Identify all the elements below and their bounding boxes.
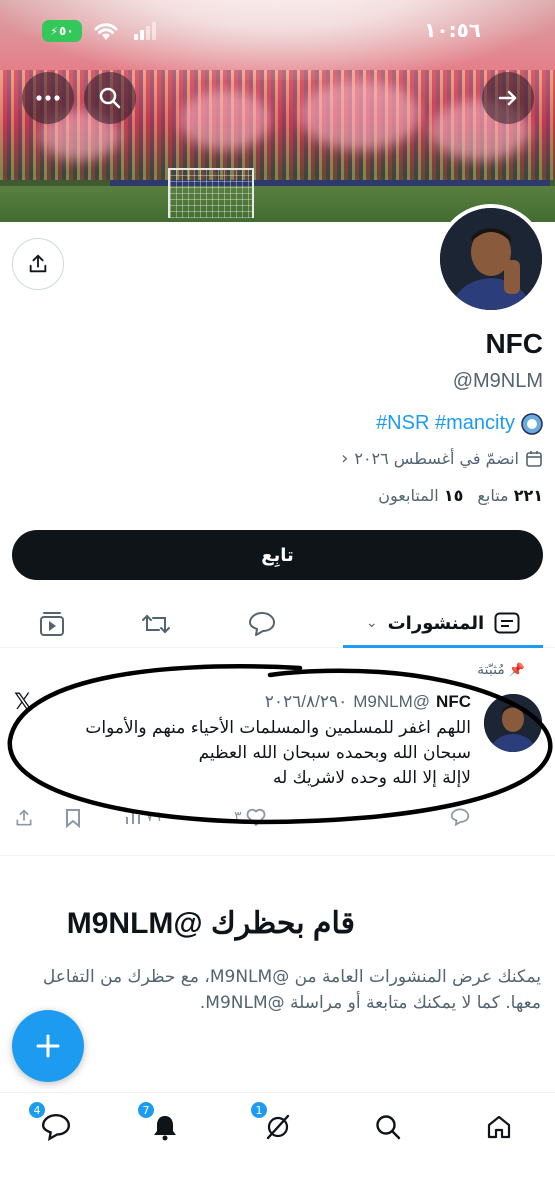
tab-posts-label: المنشورات (387, 612, 485, 634)
share-icon (16, 809, 32, 826)
likes-value: ٣ (234, 809, 242, 825)
back-button[interactable] (482, 72, 534, 124)
messages-icon (41, 1114, 71, 1141)
notifications-badge: 7 (137, 1101, 155, 1119)
reply-icon (249, 612, 275, 636)
pinned-indicator: 📌 مُثبّتة (477, 662, 525, 678)
like-button[interactable]: ٣ (234, 808, 266, 826)
more-options-button[interactable] (22, 72, 74, 124)
reply-icon (450, 808, 470, 826)
nav-notifications[interactable]: 7 (137, 1101, 187, 1147)
wifi-icon (94, 23, 118, 40)
repost-icon (142, 614, 170, 634)
post-header: NFC @M9NLM ٢٠٢٦/٨/٢٩٠ (265, 692, 471, 712)
nav-search[interactable] (366, 1107, 410, 1147)
bell-icon (154, 1116, 176, 1141)
grok-icon (266, 1114, 290, 1140)
plus-icon (36, 1034, 60, 1058)
battery-indicator: ⚡ ٥٠ (42, 20, 82, 42)
tab-media[interactable] (36, 608, 68, 640)
chevron-down-icon: ⌄ (365, 615, 378, 631)
pin-icon: 📌 (508, 662, 525, 678)
tab-reposts[interactable] (140, 608, 172, 640)
blocked-message: يمكنك عرض المنشورات العامة من @M9NLM، مع… (42, 967, 541, 1013)
x-logo-icon: 𝕏 (14, 690, 32, 715)
search-icon (99, 87, 121, 109)
nav-messages[interactable]: 4 (28, 1101, 78, 1147)
views-icon (126, 811, 140, 824)
bookmark-icon (66, 809, 80, 828)
battery-level: ٥٠ (59, 24, 74, 38)
post-text-line: سبحان الله وبحمده سبحان الله العظيم (198, 743, 471, 763)
post-text-line: اللهم اغفر للمسلمين والمسلمات الأحياء من… (85, 718, 471, 738)
profile-handle: @M9NLM (452, 370, 543, 392)
chevron-left-icon[interactable]: ‹ (341, 448, 348, 469)
search-icon (376, 1115, 401, 1140)
search-button[interactable] (84, 72, 136, 124)
post-author-name[interactable]: NFC (436, 692, 471, 712)
blocked-title: قام بحظرك @M9NLM (66, 907, 355, 940)
messages-badge: 4 (28, 1101, 46, 1119)
post-date: ٢٠٢٦/٨/٢٩٠ (264, 692, 348, 711)
more-icon (36, 95, 60, 101)
man-city-badge-icon (521, 412, 543, 435)
active-tab-indicator (343, 645, 543, 648)
profile-tabs: المنشورات ⌄ (0, 598, 555, 648)
following-stat[interactable]: ٢٢١ متابع (477, 486, 543, 505)
reply-post-button[interactable] (450, 808, 470, 826)
post-actions: ٧٦٠ ٣ (14, 808, 484, 832)
join-date: انضمّ في أغسطس ٢٠٢٦ ‹ (341, 448, 543, 469)
arrow-right-icon (498, 90, 517, 106)
grok-badge: 1 (250, 1101, 268, 1119)
views-count[interactable]: ٧٦٠ (124, 808, 169, 826)
tab-posts[interactable]: المنشورات ⌄ (343, 598, 543, 648)
tab-replies[interactable] (246, 608, 278, 640)
post-author-handle[interactable]: @M9NLM (353, 692, 430, 712)
posts-icon (494, 612, 520, 634)
bottom-navigation: 4 7 1 (0, 1092, 555, 1200)
views-value: ٧٦٠ (146, 809, 169, 825)
calendar-icon (526, 450, 542, 467)
video-icon (40, 612, 64, 636)
cellular-signal-icon (134, 22, 156, 40)
post-text[interactable]: اللهم اغفر للمسلمين والمسلمات الأحياء من… (31, 716, 471, 791)
share-profile-button[interactable] (12, 238, 64, 290)
heart-icon (246, 808, 265, 826)
nav-home[interactable] (477, 1107, 521, 1147)
bookmark-button[interactable] (64, 808, 82, 828)
follow-button[interactable]: تابِع (12, 530, 543, 580)
join-date-text: انضمّ في أغسطس ٢٠٢٦ (354, 449, 519, 468)
divider (0, 855, 555, 856)
share-icon (29, 254, 47, 273)
home-icon (487, 1115, 511, 1139)
profile-bio: #NSR #mancity (376, 412, 543, 435)
post-text-line: لاإلة إلا الله وحده لاشريك له (272, 768, 471, 788)
profile-name: NFC (485, 328, 543, 359)
nav-grok[interactable]: 1 (250, 1101, 300, 1147)
profile-avatar[interactable] (436, 204, 546, 314)
status-bar: ⚡ ٥٠ ١٠:٥٦ (0, 0, 555, 58)
pinned-label: مُثبّتة (477, 662, 505, 678)
followers-stat[interactable]: ١٥ المتابعون (378, 486, 463, 505)
bio-text[interactable]: #NSR #mancity (376, 412, 515, 435)
post-author-avatar[interactable] (484, 694, 542, 752)
lightning-icon: ⚡ (50, 24, 59, 38)
clock: ١٠:٥٦ (424, 18, 481, 42)
follow-stats: ٢٢١ متابع ١٥ المتابعون (378, 486, 543, 505)
compose-button[interactable] (12, 1010, 84, 1082)
share-post-button[interactable] (14, 808, 34, 828)
